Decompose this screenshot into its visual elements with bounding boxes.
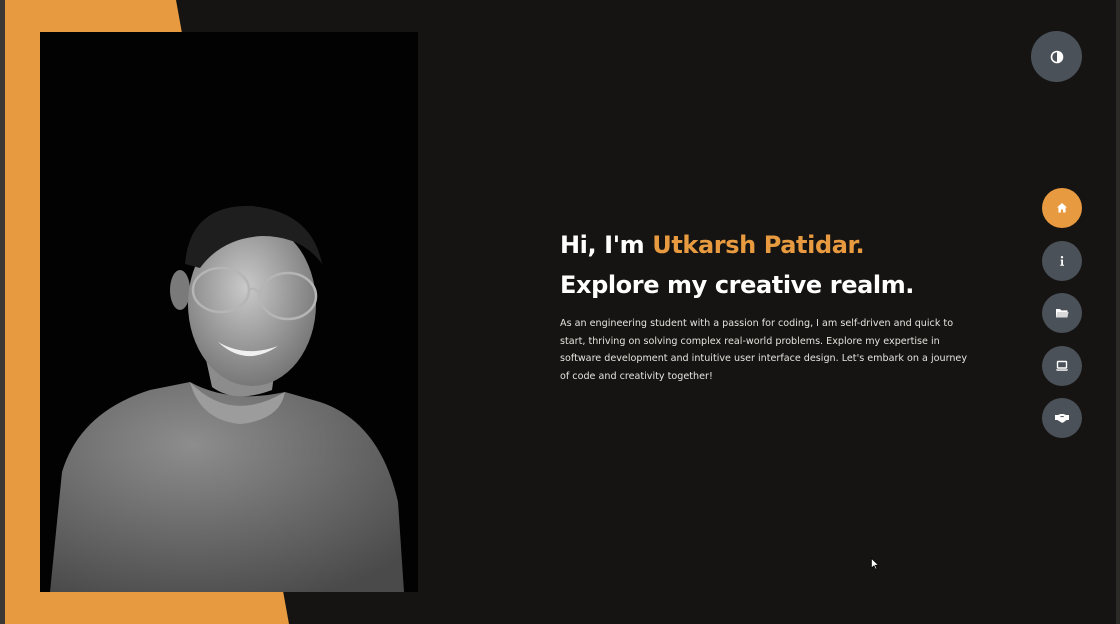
greeting-text: Hi, I'm [560,231,653,259]
info-icon [1060,255,1064,266]
side-nav [1042,188,1082,451]
contrast-icon [1050,50,1063,63]
hero-section: Hi, I'm Utkarsh Patidar. Explore my crea… [560,225,980,385]
folder-icon [1056,309,1069,318]
mouse-cursor-icon [871,558,879,570]
portfolio-page: Hi, I'm Utkarsh Patidar. Explore my crea… [0,0,1120,624]
home-icon [1057,203,1067,213]
hero-description: As an engineering student with a passion… [560,318,968,382]
laptop-icon [1055,360,1069,371]
window-edge-right [1116,0,1120,624]
profile-photo-illustration [40,32,418,592]
window-edge-left [0,0,5,624]
handshake-icon [1055,414,1069,423]
nav-contact-button[interactable] [1042,398,1082,438]
nav-home-button[interactable] [1042,188,1082,228]
profile-photo [40,32,418,592]
nav-projects-button[interactable] [1042,293,1082,333]
nav-about-button[interactable] [1042,240,1082,281]
theme-toggle-button[interactable] [1031,31,1082,82]
nav-skills-button[interactable] [1042,345,1082,386]
hero-title: Hi, I'm Utkarsh Patidar. [560,225,980,265]
hero-subtitle: Explore my creative realm. [560,271,915,299]
name-highlight: Utkarsh Patidar. [652,231,865,259]
